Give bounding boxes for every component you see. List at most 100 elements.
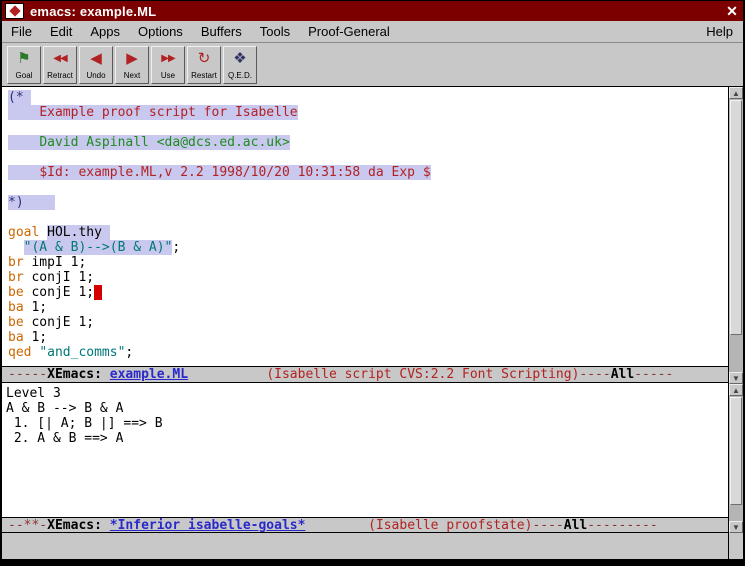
text-segment: qed bbox=[8, 345, 31, 360]
text-segment: XEmacs: bbox=[47, 367, 102, 382]
qed-icon: ❖ bbox=[233, 47, 246, 71]
code-line: ba 1; bbox=[8, 330, 728, 345]
toolbar: ⚑Goal◀◀Retract◀Undo▶Next▶▶Use↻Restart❖Q.… bbox=[2, 43, 743, 87]
use-double-right-icon: ▶▶ bbox=[161, 47, 174, 71]
menubar: FileEditAppsOptionsBuffersToolsProof-Gen… bbox=[2, 21, 743, 43]
toolbar-button-use[interactable]: ▶▶Use bbox=[151, 46, 185, 84]
editor-pane[interactable]: (* Example proof script for Isabelle Dav… bbox=[2, 87, 728, 366]
code-line: br conjI 1; bbox=[8, 270, 728, 285]
toolbar-button-label: Undo bbox=[86, 72, 105, 80]
text-segment: Example proof script for Isabelle bbox=[39, 105, 297, 120]
next-right-arrow-icon: ▶ bbox=[126, 47, 138, 71]
toolbar-button-retract[interactable]: ◀◀Retract bbox=[43, 46, 77, 84]
menu-item-tools[interactable]: Tools bbox=[251, 22, 299, 41]
toolbar-button-next[interactable]: ▶Next bbox=[115, 46, 149, 84]
code-line: qed "and_comms"; bbox=[8, 345, 728, 360]
text-segment bbox=[39, 225, 47, 240]
window-title: emacs: example.ML bbox=[30, 4, 156, 19]
titlebar[interactable]: emacs: example.ML ✕ bbox=[2, 1, 743, 21]
code-line: (* bbox=[8, 90, 728, 105]
code-line: ba 1; bbox=[8, 300, 728, 315]
main-area: (* Example proof script for Isabelle Dav… bbox=[2, 87, 743, 559]
scrollbar-editor[interactable]: ▲ ▼ bbox=[728, 87, 743, 384]
scroll-up-icon[interactable]: ▲ bbox=[729, 384, 743, 396]
toolbar-button-goal[interactable]: ⚑Goal bbox=[7, 46, 41, 84]
code-line: $Id: example.ML,v 2.2 1998/10/20 10:31:5… bbox=[8, 165, 728, 180]
toolbar-button-label: Q.E.D. bbox=[228, 72, 252, 80]
menu-item-edit[interactable]: Edit bbox=[41, 22, 81, 41]
close-button[interactable]: ✕ bbox=[721, 1, 743, 21]
text-segment bbox=[102, 367, 110, 382]
modeline-script: ----- XEmacs: example.ML (Isabelle script… bbox=[2, 366, 728, 383]
menu-item-apps[interactable]: Apps bbox=[81, 22, 129, 41]
toolbar-button-undo[interactable]: ◀Undo bbox=[79, 46, 113, 84]
toolbar-button-qed[interactable]: ❖Q.E.D. bbox=[223, 46, 257, 84]
toolbar-button-restart[interactable]: ↻Restart bbox=[187, 46, 221, 84]
text-segment: conjE 1; bbox=[24, 285, 94, 300]
toolbar-button-label: Goal bbox=[16, 72, 33, 80]
text-segment: conjE 1; bbox=[24, 315, 94, 330]
text-column: (* Example proof script for Isabelle Dav… bbox=[2, 87, 728, 559]
text-segment: (* bbox=[8, 90, 31, 105]
scroll-down-icon[interactable]: ▼ bbox=[729, 521, 743, 533]
scroll-down-icon[interactable]: ▼ bbox=[729, 372, 743, 384]
text-segment: ---- bbox=[532, 518, 563, 533]
code-line: *) bbox=[8, 195, 728, 210]
text-segment: (Isabelle proofstate) bbox=[368, 518, 532, 533]
text-segment: "and_comms" bbox=[39, 345, 125, 360]
text-segment: 1; bbox=[24, 330, 47, 345]
text-segment: "(A & B)-->(B & A)" bbox=[24, 240, 173, 255]
text-segment: --------- bbox=[587, 518, 657, 533]
text-segment: ----- bbox=[634, 367, 673, 382]
text-segment: ---- bbox=[579, 367, 610, 382]
text-segment: br bbox=[8, 255, 24, 270]
text-segment: br bbox=[8, 270, 24, 285]
menu-item-help[interactable]: Help bbox=[696, 22, 743, 41]
goal-line: 1. [| A; B |] ==> B bbox=[6, 416, 728, 431]
code-line: goal HOL.thy bbox=[8, 225, 728, 240]
menu-item-proof-general[interactable]: Proof-General bbox=[299, 22, 399, 41]
scrollbar-goals-thumb[interactable] bbox=[730, 397, 742, 505]
text-segment: ; bbox=[172, 240, 180, 255]
text-segment: example.ML bbox=[110, 367, 188, 382]
toolbar-button-label: Retract bbox=[47, 72, 73, 80]
goal-line: Level 3 bbox=[6, 386, 728, 401]
text-segment: impI 1; bbox=[24, 255, 87, 270]
text-segment: ba bbox=[8, 300, 24, 315]
text-segment bbox=[8, 240, 24, 255]
text-segment: All bbox=[564, 518, 587, 533]
goal-line: A & B --> B & A bbox=[6, 401, 728, 416]
menu-item-options[interactable]: Options bbox=[129, 22, 192, 41]
text-segment: be bbox=[8, 315, 24, 330]
menu-item-buffers[interactable]: Buffers bbox=[192, 22, 251, 41]
code-line bbox=[8, 120, 728, 135]
window-menu-icon[interactable] bbox=[5, 3, 24, 19]
code-line bbox=[8, 210, 728, 225]
text-segment: ba bbox=[8, 330, 24, 345]
text-segment: David Aspinall <da@dcs.ed.ac.uk> bbox=[39, 135, 289, 150]
code-line bbox=[8, 180, 728, 195]
undo-left-arrow-icon: ◀ bbox=[90, 47, 102, 71]
scrollbar-column: ▲ ▼ ▲ ▼ bbox=[728, 87, 743, 559]
code-line: be conjE 1; bbox=[8, 285, 728, 300]
goals-pane[interactable]: Level 3A & B --> B & A 1. [| A; B |] ==>… bbox=[2, 383, 728, 516]
text-segment: *Inferior isabelle-goals* bbox=[110, 518, 306, 533]
text-segment: $Id: example.ML,v 2.2 1998/10/20 10:31:5… bbox=[39, 165, 430, 180]
text-cursor bbox=[94, 285, 102, 300]
text-segment: HOL.thy bbox=[47, 225, 110, 240]
text-segment: --**- bbox=[8, 518, 47, 533]
echo-area[interactable] bbox=[2, 533, 728, 559]
scrollbar-goals[interactable]: ▲ ▼ bbox=[728, 384, 743, 533]
text-segment: (Isabelle script CVS:2.2 Font Scripting) bbox=[266, 367, 579, 382]
code-line: be conjE 1; bbox=[8, 315, 728, 330]
scrollbar-editor-thumb[interactable] bbox=[730, 100, 742, 335]
text-segment: conjI 1; bbox=[24, 270, 94, 285]
scroll-up-icon[interactable]: ▲ bbox=[729, 87, 743, 99]
scrollbar-editor-trough[interactable] bbox=[729, 99, 743, 372]
code-line: br impI 1; bbox=[8, 255, 728, 270]
scrollbar-goals-trough[interactable] bbox=[729, 396, 743, 521]
modeline-goals: --**-XEmacs: *Inferior isabelle-goals* (… bbox=[2, 517, 728, 534]
menu-item-file[interactable]: File bbox=[2, 22, 41, 41]
text-segment bbox=[102, 518, 110, 533]
menu-items: FileEditAppsOptionsBuffersToolsProof-Gen… bbox=[2, 22, 399, 41]
